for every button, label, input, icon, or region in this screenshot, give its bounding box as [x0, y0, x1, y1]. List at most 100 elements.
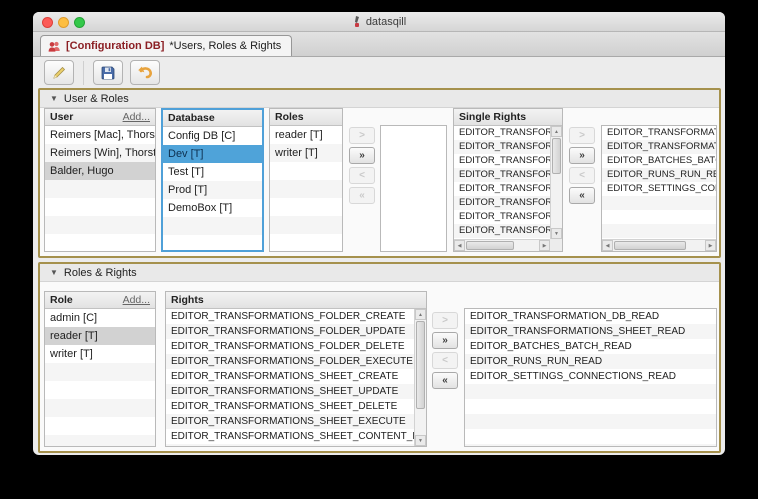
scroll-right-arrow[interactable]: ▶	[705, 240, 716, 251]
scroll-right-arrow[interactable]: ▶	[539, 240, 550, 251]
tab-users-roles-rights[interactable]: [Configuration DB] *Users, Roles & Right…	[40, 35, 292, 56]
list-item[interactable]: EDITOR_TRANSFORMATION_DB_READ	[602, 126, 716, 140]
database-header-label: Database	[168, 112, 215, 124]
rights-move-right-button[interactable]: >	[432, 312, 458, 329]
tab-db-label: [Configuration DB]	[66, 40, 164, 52]
list-item[interactable]: EDITOR_TRANSFORMATIONS_SHEET_UPDATE	[166, 384, 426, 399]
single-rights-available-list[interactable]: EDITOR_TRANSFORMATIONS_FOLDER_CREATEEDIT…	[454, 126, 562, 251]
add-role-link[interactable]: Add...	[123, 294, 150, 306]
single-rights-move-left-button[interactable]: <	[569, 167, 595, 184]
list-item[interactable]: EDITOR_TRANSFORMATIONS_SHEET_DELETE	[454, 210, 562, 224]
roles-assigned-list[interactable]	[381, 126, 446, 251]
app-logo-icon	[352, 16, 362, 28]
list-item[interactable]: EDITOR_TRANSFORMATIONS_SHEET_CREATE	[454, 182, 562, 196]
scrollbar-thumb[interactable]	[466, 241, 514, 250]
scrollbar-thumb[interactable]	[552, 138, 561, 174]
scroll-down-arrow[interactable]: ▼	[551, 228, 562, 239]
list-item[interactable]: EDITOR_TRANSFORMATIONS_FOLDER_EXECUTE	[166, 354, 426, 369]
group-title: Roles & Rights	[64, 267, 137, 279]
list-item[interactable]: EDITOR_TRANSFORMATIONS_FOLDER_EXECUTE	[454, 168, 562, 182]
list-item[interactable]: EDITOR_TRANSFORMATIONS_FOLDER_CREATE	[454, 126, 562, 140]
list-item[interactable]: EDITOR_TRANSFORMATIONS_FOLDER_CREATE	[166, 309, 426, 324]
rights-move-left-button[interactable]: <	[432, 352, 458, 369]
scrollbar-thumb[interactable]	[416, 321, 425, 409]
group-header-roles-rights[interactable]: ▼ Roles & Rights	[40, 264, 719, 282]
roles-header-label: Roles	[275, 111, 304, 123]
list-item[interactable]: EDITOR_TRANSFORMATIONS_SHEET_EXECUTE	[166, 414, 426, 429]
list-item[interactable]: EDITOR_TRANSFORMATIONS_FOLDER_UPDATE	[454, 140, 562, 154]
list-item[interactable]: admin [C]	[45, 309, 155, 327]
scroll-up-arrow[interactable]: ▲	[551, 126, 562, 137]
list-item[interactable]: EDITOR_TRANSFORMATIONS_SHEET_UPDATE	[454, 196, 562, 210]
list-item[interactable]: Config DB [C]	[163, 127, 262, 145]
title-bar[interactable]: datasqill	[33, 12, 725, 32]
list-item[interactable]: EDITOR_BATCHES_BATCH_READ	[465, 339, 716, 354]
rights-header-label: Rights	[171, 294, 204, 306]
single-rights-move-right-button[interactable]: >	[569, 127, 595, 144]
list-item[interactable]: writer [T]	[270, 144, 342, 162]
scroll-left-arrow[interactable]: ◀	[454, 240, 465, 251]
vertical-scrollbar[interactable]: ▲ ▼	[550, 126, 562, 239]
floppy-disk-icon	[100, 65, 116, 81]
list-item[interactable]: EDITOR_TRANSFORMATIONS_SHEET_READ	[602, 140, 716, 154]
scroll-down-arrow[interactable]: ▼	[415, 435, 426, 446]
rights-move-all-right-button[interactable]: »	[432, 332, 458, 349]
list-item[interactable]: Balder, Hugo	[45, 162, 155, 180]
save-button[interactable]	[93, 60, 123, 85]
database-list-header: Database	[163, 110, 262, 127]
horizontal-scrollbar[interactable]: ◀ ▶	[602, 239, 716, 251]
list-item[interactable]: EDITOR_RUNS_RUN_READ	[602, 168, 716, 182]
scroll-left-arrow[interactable]: ◀	[602, 240, 613, 251]
roles-move-right-button[interactable]: >	[349, 127, 375, 144]
role-list[interactable]: admin [C]reader [T]writer [T]	[45, 309, 155, 446]
list-item[interactable]: Reimers [Mac], Thorsten	[45, 126, 155, 144]
edit-button[interactable]	[44, 60, 74, 85]
list-item[interactable]: EDITOR_SETTINGS_CONNECTIONS_READ	[602, 182, 716, 196]
list-item[interactable]: Prod [T]	[163, 181, 262, 199]
list-item[interactable]: EDITOR_TRANSFORMATIONS_SHEET_READ	[465, 324, 716, 339]
list-item[interactable]: Test [T]	[163, 163, 262, 181]
vertical-scrollbar[interactable]: ▲ ▼	[414, 309, 426, 446]
role-list-panel: Role Add... admin [C]reader [T]writer [T…	[44, 291, 156, 447]
list-item[interactable]: writer [T]	[45, 345, 155, 363]
horizontal-scrollbar[interactable]: ◀ ▶	[454, 239, 550, 251]
roles-move-all-left-button[interactable]: «	[349, 187, 375, 204]
list-item[interactable]: EDITOR_RUNS_RUN_READ	[465, 354, 716, 369]
list-item[interactable]: EDITOR_TRANSFORMATIONS_FOLDER_DELETE	[166, 339, 426, 354]
single-rights-move-all-right-button[interactable]: »	[569, 147, 595, 164]
list-item[interactable]: EDITOR_TRANSFORMATIONS_SHEET_EXECUTE	[454, 224, 562, 238]
roles-move-all-right-button[interactable]: »	[349, 147, 375, 164]
rights-available-panel: Rights EDITOR_TRANSFORMATIONS_FOLDER_CRE…	[165, 291, 427, 447]
undo-button[interactable]	[130, 60, 160, 85]
rights-move-all-left-button[interactable]: «	[432, 372, 458, 389]
user-list-header: User Add...	[45, 109, 155, 126]
list-item[interactable]: EDITOR_TRANSFORMATIONS_SHEET_CREATE	[166, 369, 426, 384]
list-item[interactable]: Reimers [Win], Thorsten	[45, 144, 155, 162]
list-item[interactable]: EDITOR_TRANSFORMATIONS_FOLDER_UPDATE	[166, 324, 426, 339]
scroll-up-arrow[interactable]: ▲	[415, 309, 426, 320]
roles-move-left-button[interactable]: <	[349, 167, 375, 184]
list-item[interactable]: EDITOR_TRANSFORMATIONS_FOLDER_DELETE	[454, 154, 562, 168]
list-item[interactable]: EDITOR_TRANSFORMATION_DB_READ	[465, 309, 716, 324]
add-user-link[interactable]: Add...	[123, 111, 150, 123]
database-list[interactable]: Config DB [C]Dev [T]Test [T]Prod [T]Demo…	[163, 127, 262, 250]
single-rights-header-label: Single Rights	[459, 111, 526, 123]
single-rights-assigned-list[interactable]: EDITOR_TRANSFORMATION_DB_READEDITOR_TRAN…	[602, 126, 716, 251]
group-header-user-roles[interactable]: ▼ User & Roles	[40, 90, 719, 108]
list-item[interactable]: EDITOR_SETTINGS_CONNECTIONS_READ	[465, 369, 716, 384]
list-item[interactable]: EDITOR_TRANSFORMATIONS_SHEET_CONTENT_EDI…	[166, 429, 426, 444]
list-item[interactable]: reader [T]	[270, 126, 342, 144]
user-list[interactable]: Reimers [Mac], ThorstenReimers [Win], Th…	[45, 126, 155, 251]
list-item[interactable]: DemoBox [T]	[163, 199, 262, 217]
group-user-roles: ▼ User & Roles User Add... Reimers [Mac]…	[38, 88, 721, 258]
list-item[interactable]: reader [T]	[45, 327, 155, 345]
rights-assigned-list[interactable]: EDITOR_TRANSFORMATION_DB_READEDITOR_TRAN…	[465, 309, 716, 446]
scrollbar-thumb[interactable]	[614, 241, 686, 250]
list-item[interactable]: EDITOR_TRANSFORMATIONS_SHEET_DELETE	[166, 399, 426, 414]
list-item[interactable]: EDITOR_BATCHES_BATCH_READ	[602, 154, 716, 168]
rights-available-list[interactable]: EDITOR_TRANSFORMATIONS_FOLDER_CREATEEDIT…	[166, 309, 426, 446]
list-item[interactable]: Dev [T]	[163, 145, 262, 163]
group-roles-rights: ▼ Roles & Rights Role Add... admin [C]re…	[38, 262, 721, 453]
single-rights-move-all-left-button[interactable]: «	[569, 187, 595, 204]
roles-available-list[interactable]: reader [T]writer [T]	[270, 126, 342, 251]
